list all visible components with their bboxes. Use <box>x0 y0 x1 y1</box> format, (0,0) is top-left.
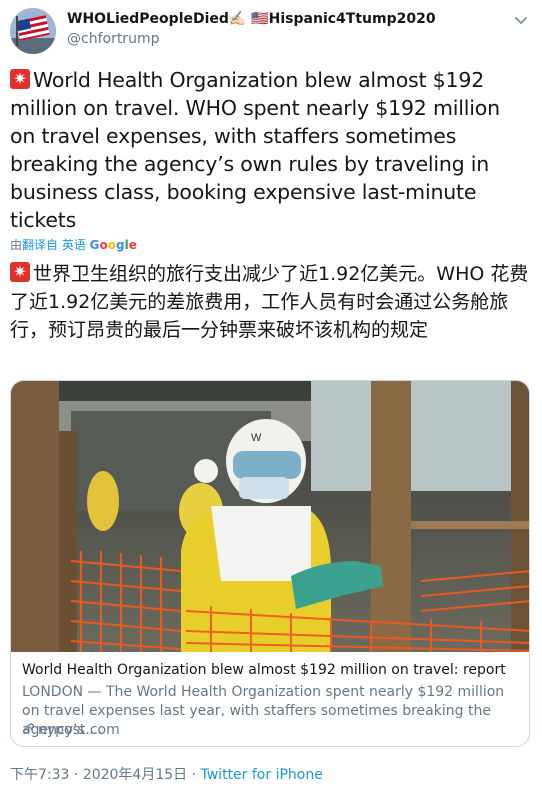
source-app-link[interactable]: Twitter for iPhone <box>201 767 323 783</box>
tweet-translated-body: 世界卫生组织的旅行支出减少了近1.92亿美元。WHO 花费了近1.92亿美元的差… <box>10 263 529 341</box>
link-icon <box>23 723 34 734</box>
card-domain[interactable]: nypost.com <box>22 722 120 738</box>
tweet-timestamp[interactable]: 下午7:33 · 2020年4月15日 · <box>10 767 201 783</box>
avatar-flag-icon <box>10 8 56 54</box>
google-logo: Google <box>89 238 137 252</box>
translation-note: 由翻译自 英语 Google <box>10 238 137 252</box>
siren-icon: ✷ <box>10 262 30 282</box>
card-title[interactable]: World Health Organization blew almost $1… <box>22 662 506 678</box>
tweet-meta: 下午7:33 · 2020年4月15日 · Twitter for iPhone <box>10 764 323 784</box>
siren-icon: ✷ <box>10 69 30 89</box>
display-name[interactable]: WHOLiedPeopleDied✍🏻 🇺🇸Hispanic4Ttump2020 <box>67 11 436 27</box>
link-card[interactable]: W World Health Organization blew almost … <box>10 380 530 747</box>
photo-helmet-text: W <box>251 432 262 444</box>
chevron-down-icon[interactable] <box>514 13 528 27</box>
tweet-text-en: ✷ World Health Organization blew almost $… <box>10 66 530 234</box>
card-photo: W <box>11 381 529 652</box>
translated-from-link[interactable]: 翻译自 英语 <box>22 238 86 252</box>
tweet-english-body: World Health Organization blew almost $1… <box>10 68 500 232</box>
tweet-text-translated: ✷ 世界卫生组织的旅行支出减少了近1.92亿美元。WHO 花费了近1.92亿美元的… <box>10 260 536 344</box>
avatar[interactable] <box>10 8 56 54</box>
user-handle[interactable]: @chfortrump <box>67 31 159 47</box>
